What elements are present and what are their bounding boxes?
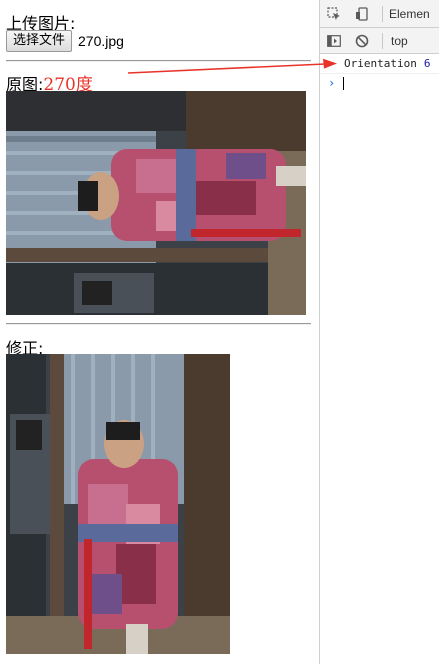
file-input[interactable]: 选择文件 270.jpg: [6, 29, 124, 52]
toolbar-separator: [382, 32, 383, 49]
demo-page: 上传图片: 选择文件 270.jpg 原图:270度 修正:: [0, 0, 319, 664]
context-selector[interactable]: top: [391, 34, 408, 48]
corrected-photo-image: [6, 354, 230, 654]
original-photo-image: [6, 91, 306, 315]
console-toolbar: top: [320, 28, 439, 54]
device-toggle-icon[interactable]: [348, 0, 376, 28]
text-caret: [343, 76, 345, 90]
original-photo: [6, 91, 306, 315]
log-key: Orientation: [344, 57, 417, 70]
prompt-chevron-icon: ›: [328, 76, 336, 90]
selected-file-name: 270.jpg: [78, 32, 124, 49]
console-log-entry: Orientation 6: [320, 54, 439, 74]
divider: [6, 60, 311, 62]
sidebar-toggle-icon[interactable]: [320, 27, 348, 55]
divider: [6, 323, 311, 325]
choose-file-button[interactable]: 选择文件: [6, 29, 73, 52]
devtools-tabbar: Elemen: [320, 0, 439, 28]
log-value: 6: [423, 57, 431, 70]
tab-elements[interactable]: Elemen: [389, 7, 430, 21]
devtools-panel: Elemen top Orientation 6 ›: [319, 0, 439, 664]
toolbar-separator: [382, 5, 383, 22]
corrected-photo: [6, 354, 230, 654]
inspect-icon[interactable]: [320, 0, 348, 28]
clear-console-icon[interactable]: [348, 27, 376, 55]
console-prompt[interactable]: ›: [320, 74, 439, 92]
